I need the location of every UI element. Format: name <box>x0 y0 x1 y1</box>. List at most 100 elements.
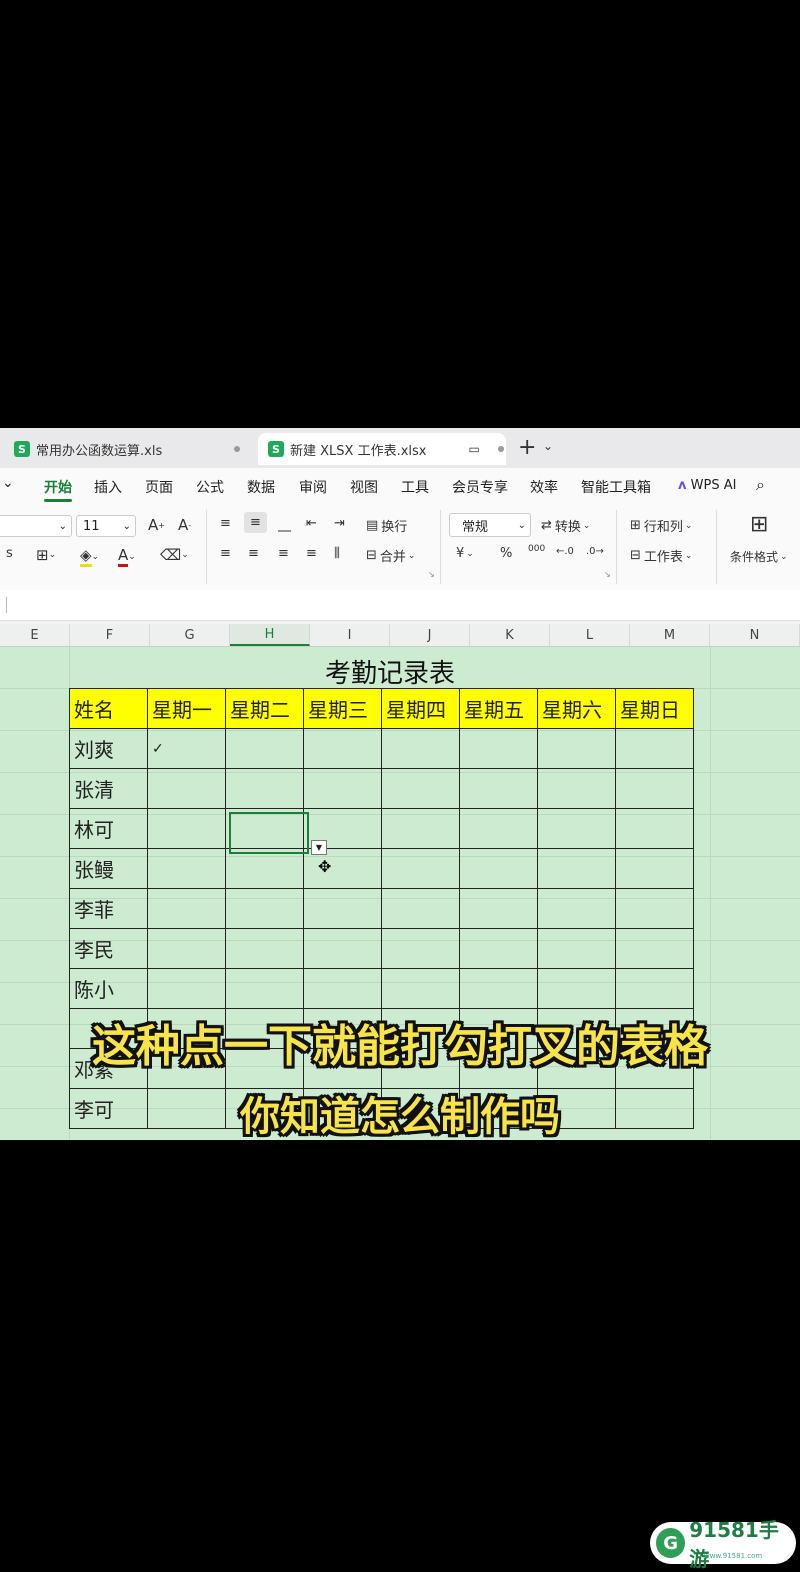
increase-font-icon[interactable]: A + <box>148 516 165 534</box>
menu-view[interactable]: 视图 <box>350 477 378 497</box>
table-cell[interactable] <box>225 968 304 1009</box>
text-style-icon[interactable]: ꜱ <box>6 546 13 561</box>
name-cell[interactable]: 李民 <box>69 928 148 969</box>
menu-tools[interactable]: 工具 <box>401 477 429 497</box>
align-middle-icon[interactable]: ≡ <box>244 512 267 533</box>
name-cell[interactable]: 林可 <box>69 808 148 849</box>
column-header-h[interactable]: H <box>230 624 310 646</box>
table-cell[interactable] <box>147 808 226 849</box>
menu-member[interactable]: 会员专享 <box>452 477 508 497</box>
monitor-icon[interactable]: ▭ <box>468 442 479 456</box>
table-cell[interactable] <box>225 728 304 769</box>
decrease-font-icon[interactable]: A- <box>178 516 191 534</box>
table-cell[interactable] <box>459 928 538 969</box>
table-cell[interactable] <box>537 968 616 1009</box>
column-header-n[interactable]: N <box>710 624 800 646</box>
header-cell[interactable]: 星期二 <box>225 688 304 729</box>
tab-close-icon[interactable] <box>234 446 241 452</box>
table-cell[interactable] <box>225 768 304 809</box>
menu-data[interactable]: 数据 <box>247 477 275 497</box>
menu-smart-toolbox[interactable]: 智能工具箱 <box>581 477 651 497</box>
decrease-decimal-icon[interactable]: .0→ <box>586 546 604 557</box>
table-cell[interactable] <box>381 768 460 809</box>
table-cell[interactable] <box>459 808 538 849</box>
table-cell[interactable] <box>147 968 226 1009</box>
table-cell[interactable] <box>537 808 616 849</box>
table-cell[interactable] <box>225 848 304 889</box>
worksheet-button[interactable]: ⊟ 工作表 ⌄ <box>630 546 692 565</box>
name-cell[interactable]: 陈小 <box>69 968 148 1009</box>
menu-page[interactable]: 页面 <box>145 477 173 497</box>
wps-ai-button[interactable]: ʌ WPS AI <box>678 478 736 493</box>
align-top-icon[interactable]: ≡ <box>220 516 231 531</box>
table-cell[interactable] <box>225 928 304 969</box>
justify-icon[interactable]: ≡ <box>306 546 317 561</box>
table-cell[interactable] <box>225 888 304 929</box>
fill-color-icon[interactable]: ◈ ⌄ <box>80 546 99 567</box>
table-cell[interactable] <box>303 968 382 1009</box>
new-tab-plus-icon[interactable]: + <box>518 435 536 460</box>
table-cell[interactable] <box>615 848 694 889</box>
column-header-j[interactable]: J <box>390 624 470 646</box>
checkmark-cell[interactable]: ✓ <box>147 728 226 769</box>
dialog-launcher-icon[interactable]: ↘ <box>604 570 611 579</box>
search-icon[interactable]: ⌕ <box>756 475 765 495</box>
tab-file-1[interactable]: S 常用办公函数运算.xls <box>14 433 241 465</box>
header-cell[interactable]: 姓名 <box>69 688 148 729</box>
table-cell[interactable] <box>381 888 460 929</box>
font-name-select[interactable]: ⌄ <box>0 515 72 537</box>
table-cell[interactable] <box>615 968 694 1009</box>
tab-list-chevron-icon[interactable]: ⌄ <box>543 439 553 453</box>
table-cell[interactable] <box>537 848 616 889</box>
table-cell[interactable] <box>303 888 382 929</box>
align-bottom-icon[interactable]: ⎽ <box>278 518 291 533</box>
menu-home[interactable]: 开始 <box>44 477 72 497</box>
menu-efficiency[interactable]: 效率 <box>530 477 558 497</box>
name-cell[interactable]: 刘爽 <box>69 728 148 769</box>
thousands-button[interactable]: 000 <box>528 544 545 554</box>
table-cell[interactable] <box>303 928 382 969</box>
dialog-launcher-icon[interactable]: ↘ <box>428 570 435 579</box>
table-cell[interactable] <box>459 848 538 889</box>
align-center-icon[interactable]: ≡ <box>248 546 259 561</box>
tab-file-2[interactable]: S 新建 XLSX 工作表.xlsx ▭ <box>258 433 506 465</box>
convert-button[interactable]: ⇄ 转换 ⌄ <box>541 516 590 535</box>
column-header-l[interactable]: L <box>550 624 630 646</box>
number-format-select[interactable]: 常规 ⌄ <box>449 513 531 537</box>
name-cell[interactable]: 张清 <box>69 768 148 809</box>
tab-close-icon[interactable] <box>497 446 504 452</box>
table-cell[interactable] <box>147 928 226 969</box>
table-cell[interactable] <box>147 768 226 809</box>
font-size-select[interactable]: 11 ⌄ <box>76 515 136 537</box>
distributed-icon[interactable]: ⫼ <box>334 546 340 561</box>
column-header-i[interactable]: I <box>310 624 390 646</box>
column-header-g[interactable]: G <box>150 624 230 646</box>
merge-cells-button[interactable]: ⊟ 合并 ⌄ <box>366 546 415 565</box>
table-cell[interactable] <box>615 728 694 769</box>
table-cell[interactable] <box>303 768 382 809</box>
table-cell[interactable] <box>381 848 460 889</box>
column-header-e[interactable]: E <box>0 624 70 646</box>
menu-formula[interactable]: 公式 <box>196 477 224 497</box>
table-cell[interactable] <box>537 728 616 769</box>
name-cell[interactable]: 张鳗 <box>69 848 148 889</box>
increase-decimal-icon[interactable]: ←.0 <box>556 546 574 557</box>
formula-bar[interactable] <box>0 590 800 621</box>
indent-increase-icon[interactable]: ⇥ <box>334 516 345 531</box>
conditional-format-icon[interactable]: ⊞ <box>750 512 768 537</box>
dropdown-arrow-icon[interactable]: ▼ <box>311 840 327 855</box>
wrap-text-button[interactable]: ▤ 换行 <box>366 516 407 535</box>
align-right-icon[interactable]: ≡ <box>278 546 289 561</box>
table-cell[interactable] <box>381 808 460 849</box>
font-color-icon[interactable]: A ⌄ <box>118 546 136 567</box>
clear-format-icon[interactable]: ⌫ ⌄ <box>160 546 189 564</box>
header-cell[interactable]: 星期一 <box>147 688 226 729</box>
column-header-k[interactable]: K <box>470 624 550 646</box>
table-cell[interactable] <box>459 728 538 769</box>
menu-review[interactable]: 审阅 <box>299 477 327 497</box>
border-icon[interactable]: ⊞ ⌄ <box>36 546 56 564</box>
table-cell[interactable] <box>381 928 460 969</box>
header-cell[interactable]: 星期四 <box>381 688 460 729</box>
table-cell[interactable] <box>537 888 616 929</box>
indent-decrease-icon[interactable]: ⇤ <box>306 516 317 531</box>
